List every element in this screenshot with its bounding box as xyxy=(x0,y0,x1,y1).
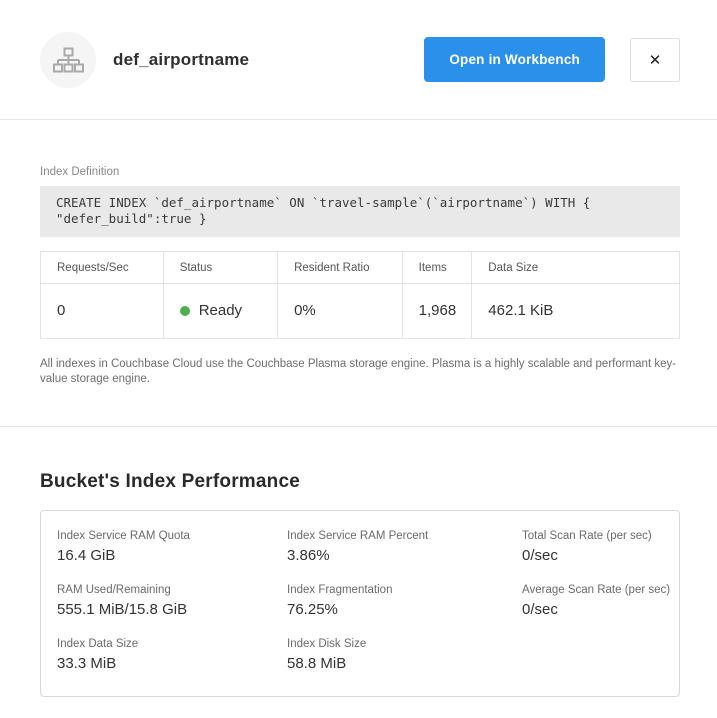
stat-ram-used-remaining: RAM Used/Remaining 555.1 MiB/15.8 GiB xyxy=(57,584,287,618)
stat-ram-percent: Index Service RAM Percent 3.86% xyxy=(287,530,522,564)
cell-items: 1,968 xyxy=(401,283,473,339)
stat-label: Average Scan Rate (per sec) xyxy=(522,584,671,596)
col-resident-ratio: Resident Ratio xyxy=(277,251,403,284)
stat-index-disk-size: Index Disk Size 58.8 MiB xyxy=(287,638,522,672)
table-row: 0 Ready 0% 1,968 462.1 KiB xyxy=(40,283,680,339)
index-definition-label: Index Definition xyxy=(40,166,120,178)
stat-label: Index Fragmentation xyxy=(287,584,393,596)
stat-value: 76.25% xyxy=(287,601,338,618)
index-stats-table: Requests/Sec Status Resident Ratio Items… xyxy=(40,251,680,339)
stat-index-fragmentation: Index Fragmentation 76.25% xyxy=(287,584,522,618)
index-avatar xyxy=(40,31,96,88)
col-status: Status xyxy=(162,251,279,284)
cell-requests-per-sec: 0 xyxy=(40,283,164,339)
index-details-section: Index Definition CREATE INDEX `def_airpo… xyxy=(0,120,717,387)
page-title: def_airportname xyxy=(113,49,250,69)
col-requests-per-sec: Requests/Sec xyxy=(40,251,164,284)
stat-value: 16.4 GiB xyxy=(57,547,116,564)
status-badge: Ready xyxy=(198,302,243,319)
stat-index-data-size: Index Data Size 33.3 MiB xyxy=(57,638,287,672)
status-ready-dot-icon xyxy=(179,305,190,316)
stat-ram-quota: Index Service RAM Quota 16.4 GiB xyxy=(57,530,287,564)
cell-resident-ratio: 0% xyxy=(277,283,403,339)
sitemap-icon xyxy=(53,47,84,72)
stat-label: Index Data Size xyxy=(57,638,139,650)
cell-status: Ready xyxy=(162,283,279,339)
stat-label: Total Scan Rate (per sec) xyxy=(522,530,652,542)
cell-data-size: 462.1 KiB xyxy=(471,283,680,339)
open-in-workbench-button[interactable]: Open in Workbench xyxy=(424,37,605,82)
stat-value: 33.3 MiB xyxy=(57,655,117,672)
bucket-performance-section: Bucket's Index Performance Index Service… xyxy=(0,426,717,697)
close-button[interactable]: ✕ xyxy=(630,37,680,82)
performance-panel: Index Service RAM Quota 16.4 GiB Index S… xyxy=(40,510,680,697)
stat-value: 0/sec xyxy=(522,601,558,618)
stat-total-scan-rate: Total Scan Rate (per sec) 0/sec xyxy=(522,530,679,564)
index-detail-header: def_airportname Open in Workbench ✕ xyxy=(0,0,717,120)
stat-value: 555.1 MiB/15.8 GiB xyxy=(57,601,188,618)
stat-value: 58.8 MiB xyxy=(287,655,347,672)
col-items: Items xyxy=(401,251,473,284)
stat-value: 0/sec xyxy=(522,547,558,564)
plasma-storage-note: All indexes in Couchbase Cloud use the C… xyxy=(40,358,677,385)
stat-label: Index Service RAM Percent xyxy=(287,530,429,542)
stat-label: Index Disk Size xyxy=(287,638,367,650)
stat-average-scan-rate: Average Scan Rate (per sec) 0/sec xyxy=(522,584,679,618)
col-data-size: Data Size xyxy=(471,251,680,284)
close-icon: ✕ xyxy=(648,51,662,69)
stat-label: Index Service RAM Quota xyxy=(57,530,190,542)
table-header-row: Requests/Sec Status Resident Ratio Items… xyxy=(40,251,680,284)
stat-label: RAM Used/Remaining xyxy=(57,584,171,596)
index-definition-code: CREATE INDEX `def_airportname` ON `trave… xyxy=(40,186,680,237)
stat-value: 3.86% xyxy=(287,547,330,564)
section-title: Bucket's Index Performance xyxy=(40,471,300,492)
